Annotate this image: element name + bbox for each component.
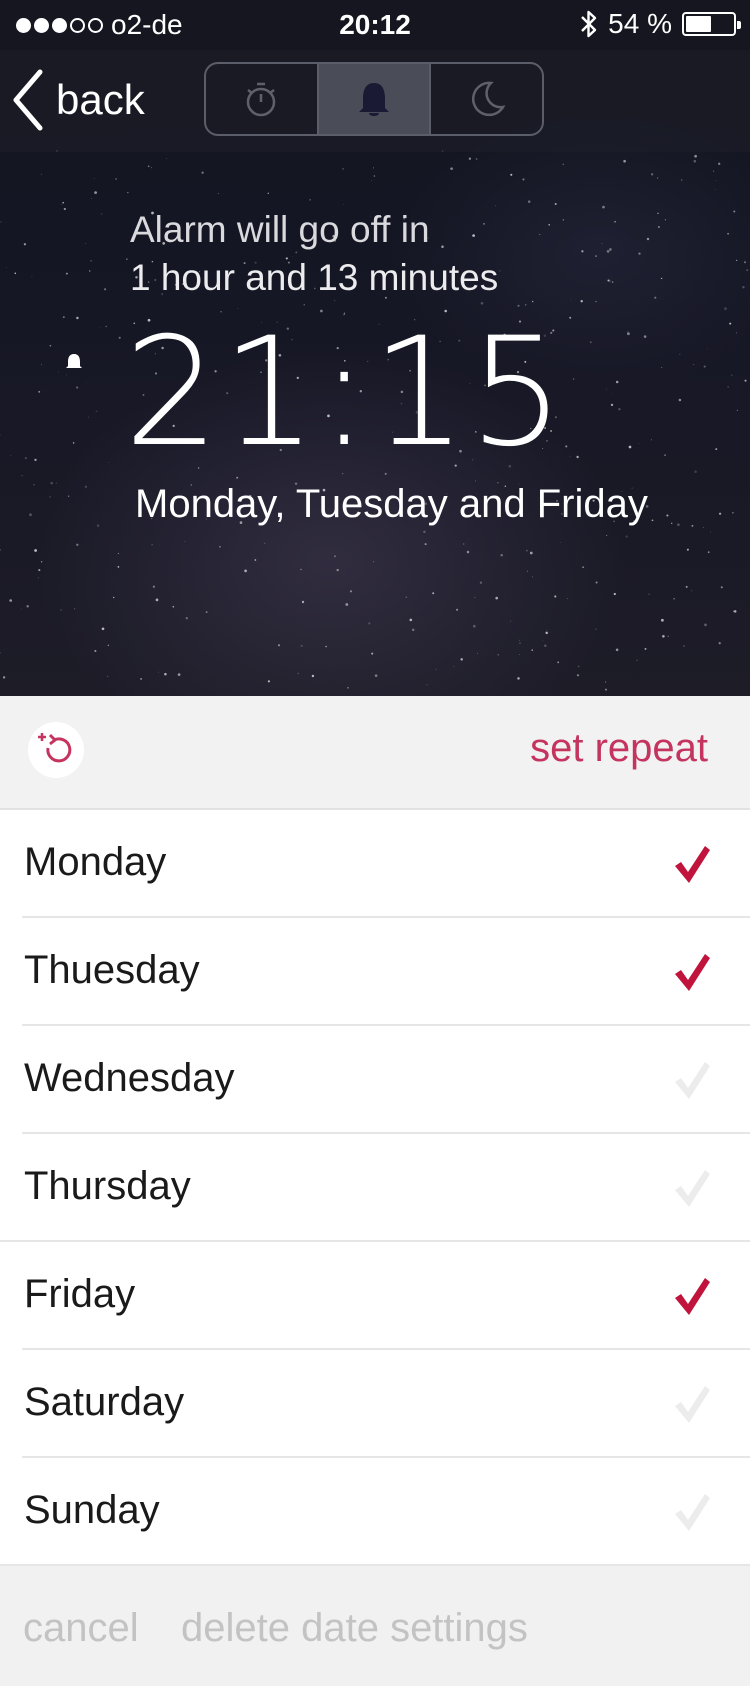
checkmark-icon[interactable] [672,952,712,994]
set-repeat-button[interactable]: set repeat [530,726,708,771]
day-row[interactable]: Monday [0,810,750,918]
day-row[interactable]: Thuesday [0,918,750,1026]
repeat-add-button[interactable] [28,722,84,778]
bell-icon [359,83,389,116]
day-row[interactable]: Saturday [0,1350,750,1458]
nav-bar: back [0,50,750,152]
alarm-hero: o2-de 20:12 54 % back Alarm will go off … [0,0,750,696]
battery-icon [682,12,741,36]
checkmark-icon[interactable] [672,844,712,886]
battery-percent: 54 % [608,8,672,39]
status-right: 54 % [580,8,741,40]
alarm-days-summary: Monday, Tuesday and Friday [135,482,648,526]
alarm-countdown: Alarm will go off in 1 hour and 13 minut… [130,206,498,302]
checkmark-off-icon[interactable] [672,1168,712,1210]
day-label: Friday [24,1272,136,1316]
day-label: Thuesday [24,948,200,992]
repeat-days-list: Monday Thuesday Wednesday Thursday Friday Sat… [0,810,750,1566]
back-button[interactable]: back [10,60,145,140]
repeat-add-icon [38,733,72,763]
footer-bar: cancel delete date settings [0,1566,750,1686]
countdown-value: 1 hour and 13 minutes [130,257,499,298]
moon-icon [471,81,506,117]
mode-segmented-control [204,62,544,136]
back-label: back [56,76,145,123]
repeat-header: set repeat [0,696,750,810]
bluetooth-icon [581,10,597,38]
day-label: Monday [24,840,167,884]
chevron-left-icon [13,69,43,131]
day-row[interactable]: Friday [0,1242,750,1350]
stopwatch-icon [247,82,276,117]
checkmark-off-icon[interactable] [672,1492,712,1534]
checkmark-off-icon[interactable] [672,1384,712,1426]
tab-sleep[interactable] [429,64,542,134]
day-label: Sunday [24,1488,160,1532]
status-bar: o2-de 20:12 54 % [0,0,750,50]
countdown-label: Alarm will go off in [130,209,430,250]
cancel-button[interactable]: cancel [23,1606,139,1651]
day-row[interactable]: Wednesday [0,1026,750,1134]
delete-date-settings-button[interactable]: delete date settings [181,1606,528,1651]
day-label: Wednesday [24,1056,235,1100]
day-row[interactable]: Sunday [0,1458,750,1566]
day-label: Thursday [24,1164,191,1208]
day-label: Saturday [24,1380,185,1424]
alarm-bell-icon [66,354,82,368]
checkmark-icon[interactable] [672,1276,712,1318]
alarm-time[interactable]: 21:15 [124,318,566,468]
checkmark-off-icon[interactable] [672,1060,712,1102]
tab-alarm[interactable] [316,64,430,134]
day-row[interactable]: Thursday [0,1134,750,1242]
tab-stopwatch[interactable] [206,64,317,134]
